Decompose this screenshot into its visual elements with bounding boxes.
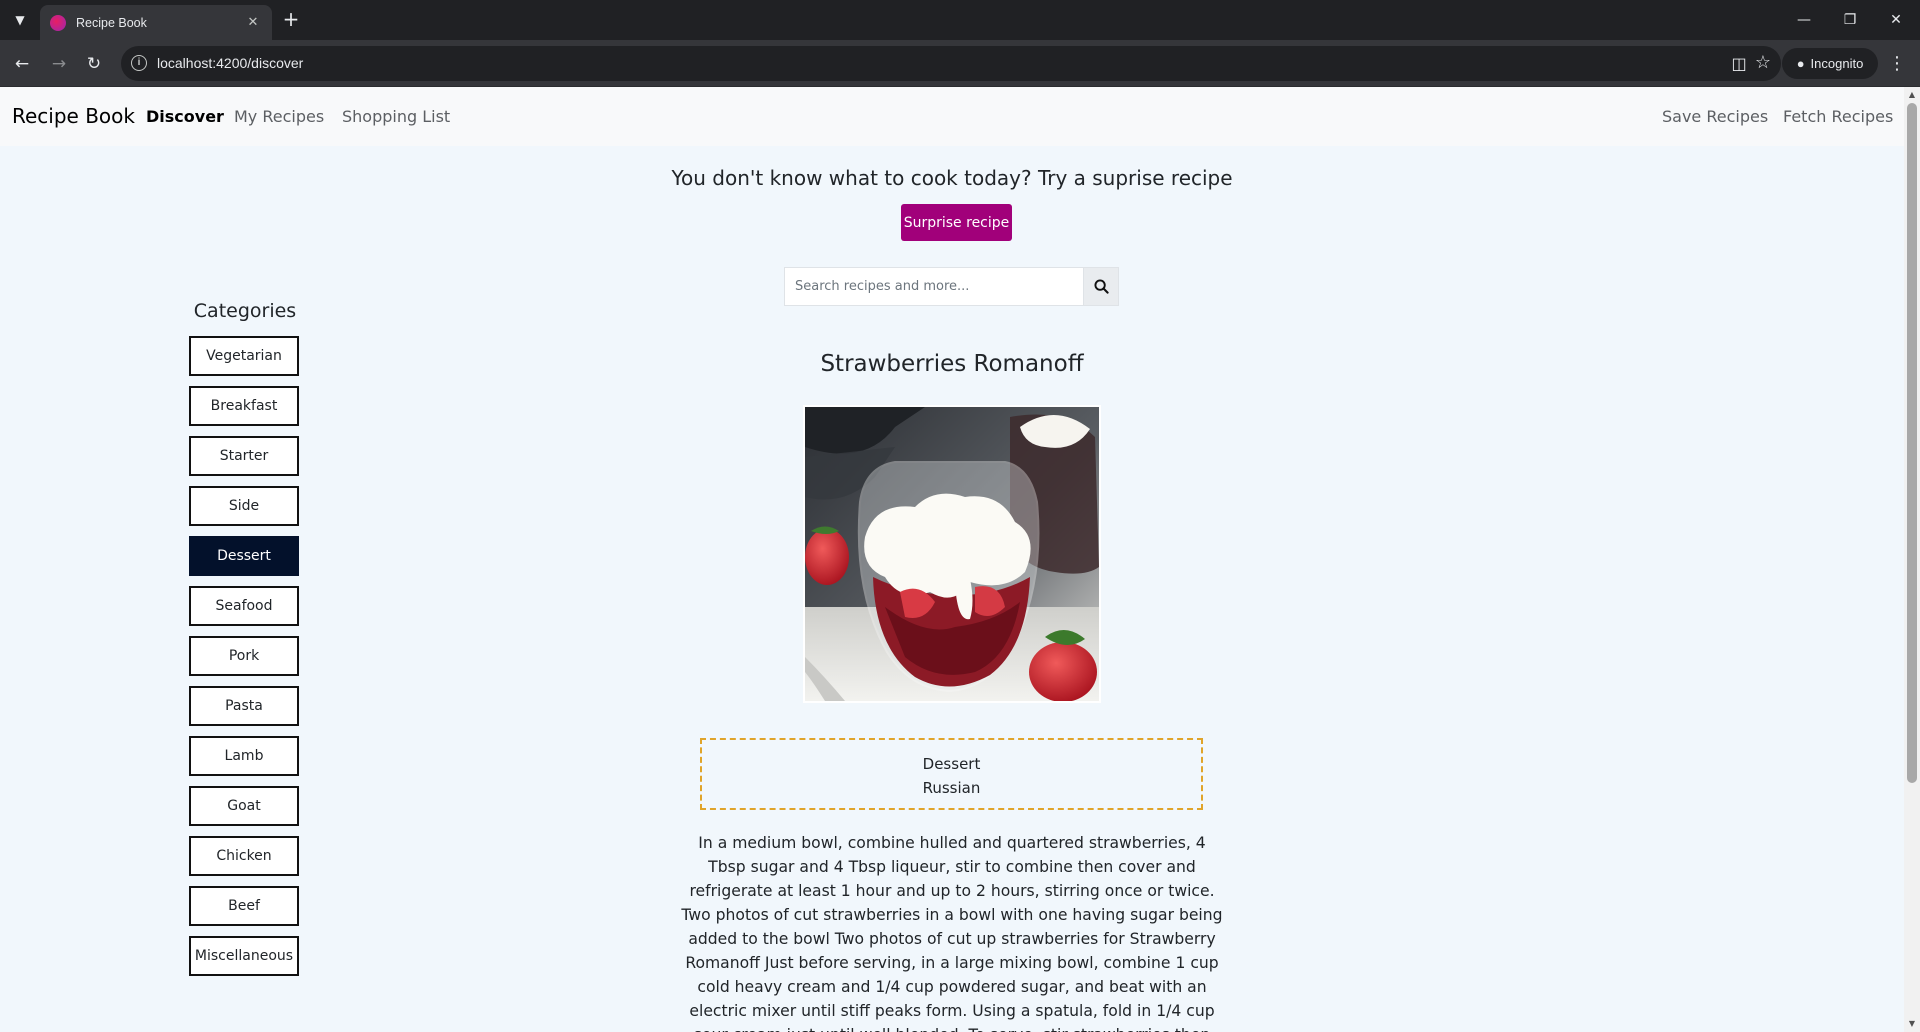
address-bar[interactable]: i localhost:4200/discover ☆ xyxy=(121,46,1781,81)
recipe-instructions: In a medium bowl, combine hulled and qua… xyxy=(681,834,1223,1032)
category-goat[interactable]: Goat xyxy=(189,786,299,826)
tab-title: Recipe Book xyxy=(76,15,147,30)
scroll-down-arrow-icon[interactable]: ▼ xyxy=(1908,1020,1916,1028)
page-scrollbar[interactable]: ▲ ▼ xyxy=(1904,87,1920,1032)
recipe-area: Russian xyxy=(922,779,981,797)
category-miscellaneous[interactable]: Miscellaneous xyxy=(189,936,299,976)
site-info-icon[interactable]: i xyxy=(131,55,147,71)
incognito-label: Incognito xyxy=(1810,56,1864,71)
close-window-icon[interactable]: ✕ xyxy=(1884,8,1908,32)
recipe-title: Strawberries Romanoff xyxy=(820,351,1084,377)
category-starter[interactable]: Starter xyxy=(189,436,299,476)
categories-heading: Categories xyxy=(193,300,297,322)
fetch-recipes-link[interactable]: Fetch Recipes xyxy=(1783,107,1893,126)
minimize-window-icon[interactable]: — xyxy=(1792,8,1816,32)
nav-link-my-recipes[interactable]: My Recipes xyxy=(234,107,324,126)
category-side[interactable]: Side xyxy=(189,486,299,526)
category-seafood[interactable]: Seafood xyxy=(189,586,299,626)
category-beef[interactable]: Beef xyxy=(189,886,299,926)
address-url[interactable]: localhost:4200/discover xyxy=(157,55,303,71)
category-lamb[interactable]: Lamb xyxy=(189,736,299,776)
close-tab-icon[interactable]: ✕ xyxy=(244,15,262,30)
browser-tab[interactable]: Recipe Book ✕ xyxy=(40,5,272,40)
back-arrow-icon[interactable]: ← xyxy=(9,51,35,77)
browser-menu-kebab-icon[interactable]: ⋮ xyxy=(1886,51,1908,77)
nav-link-shopping-list[interactable]: Shopping List xyxy=(342,107,450,126)
forward-arrow-icon[interactable]: → xyxy=(46,51,72,77)
category-chicken[interactable]: Chicken xyxy=(189,836,299,876)
search-bar xyxy=(784,267,1119,306)
browser-toolbar: ← → ↻ i localhost:4200/discover ☆ ◫ ● In… xyxy=(0,40,1920,87)
strawberries-romanoff-photo xyxy=(805,407,1099,701)
recipe-image xyxy=(805,407,1099,701)
brand-logo-link[interactable]: Recipe Book xyxy=(12,104,135,128)
incognito-badge[interactable]: ● Incognito xyxy=(1782,48,1878,79)
page-viewport: Recipe Book Discover My Recipes Shopping… xyxy=(0,87,1904,1032)
extensions-puzzle-icon[interactable]: ◫ xyxy=(1726,51,1752,77)
category-pork[interactable]: Pork xyxy=(189,636,299,676)
scroll-up-arrow-icon[interactable]: ▲ xyxy=(1908,91,1916,99)
tab-search-chevron-icon[interactable]: ▼ xyxy=(8,8,32,32)
save-recipes-link[interactable]: Save Recipes xyxy=(1662,107,1768,126)
browser-tab-bar: ▼ Recipe Book ✕ + — ❐ ✕ xyxy=(0,0,1920,40)
surprise-prompt-heading: You don't know what to cook today? Try a… xyxy=(671,166,1233,190)
reload-icon[interactable]: ↻ xyxy=(81,51,107,77)
category-pasta[interactable]: Pasta xyxy=(189,686,299,726)
new-tab-plus-icon[interactable]: + xyxy=(280,9,302,31)
restore-window-icon[interactable]: ❐ xyxy=(1838,8,1862,32)
recipe-category: Dessert xyxy=(922,755,981,773)
bookmark-star-icon[interactable]: ☆ xyxy=(1755,52,1771,73)
category-dessert[interactable]: Dessert xyxy=(189,536,299,576)
incognito-icon: ● xyxy=(1796,56,1805,71)
search-input[interactable] xyxy=(784,267,1083,306)
scrollbar-thumb[interactable] xyxy=(1907,103,1917,783)
nav-link-discover[interactable]: Discover xyxy=(146,107,224,126)
recipe-meta-box: Dessert Russian xyxy=(700,738,1203,810)
search-icon xyxy=(1093,279,1109,294)
surprise-recipe-button[interactable]: Surprise recipe xyxy=(901,204,1012,241)
category-breakfast[interactable]: Breakfast xyxy=(189,386,299,426)
app-favicon-icon xyxy=(50,14,66,31)
search-button[interactable] xyxy=(1083,267,1119,306)
app-navbar: Recipe Book Discover My Recipes Shopping… xyxy=(0,87,1904,146)
